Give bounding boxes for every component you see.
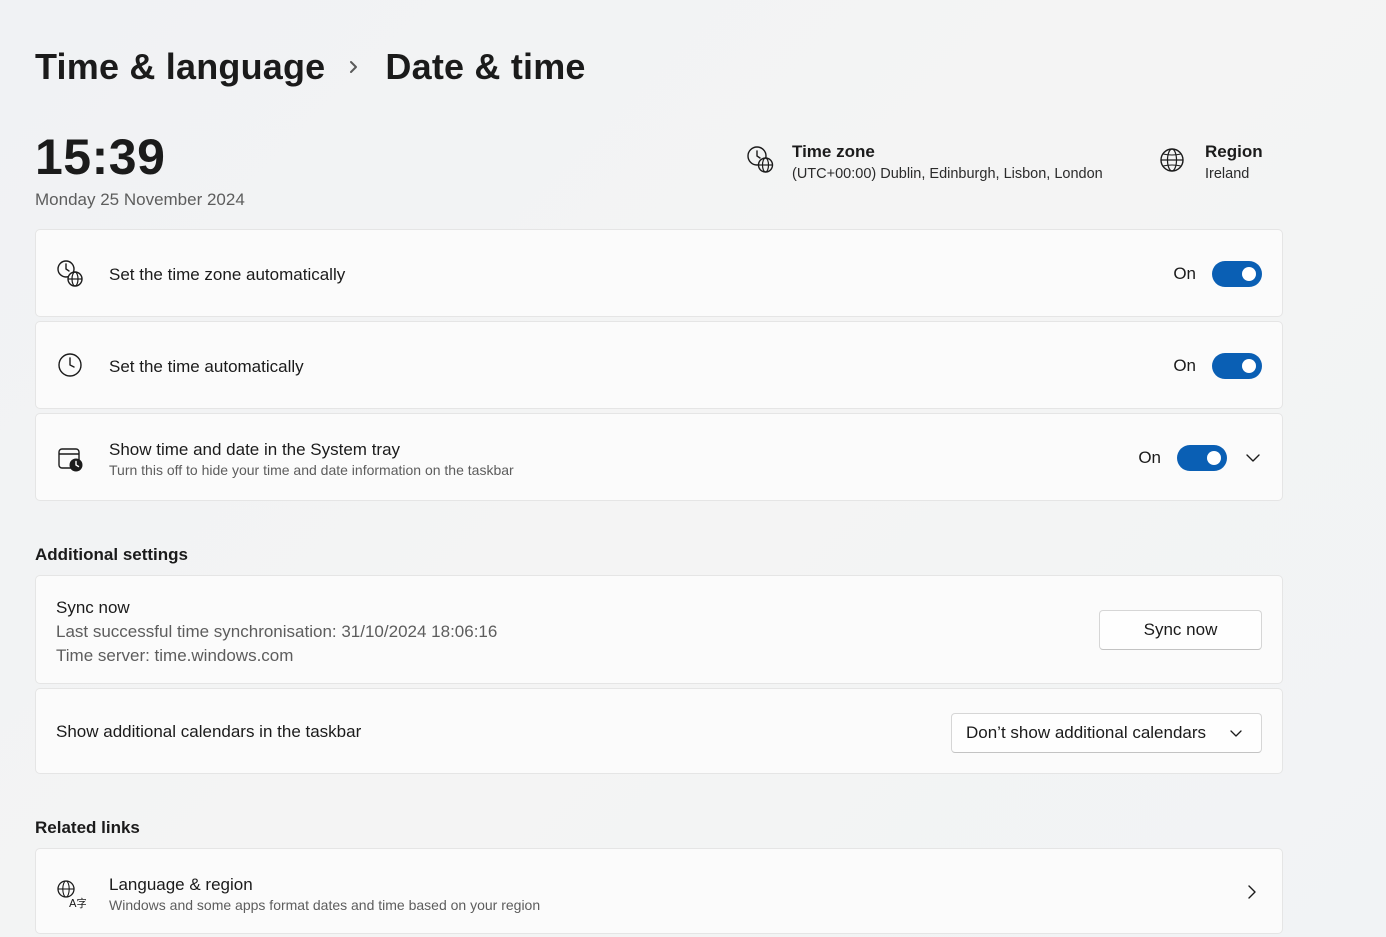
chevron-down-icon[interactable] [1244, 449, 1262, 467]
system-tray-state: On [1138, 448, 1161, 467]
chevron-right-icon [1244, 883, 1260, 901]
time-zone-value: (UTC+00:00) Dublin, Edinburgh, Lisbon, L… [792, 166, 1103, 182]
region-title: Region [1205, 142, 1263, 161]
additional-calendars-dropdown[interactable]: Don’t show additional calendars [951, 713, 1262, 753]
region-info: Region Ireland [1159, 141, 1263, 182]
auto-timezone-label: Set the time zone automatically [109, 265, 346, 284]
breadcrumb-current: Date & time [385, 46, 586, 87]
time-zone-info: Time zone (UTC+00:00) Dublin, Edinburgh,… [746, 141, 1103, 182]
breadcrumb: Time & language Date & time [35, 46, 586, 88]
additional-calendars-label: Show additional calendars in the taskbar [56, 722, 362, 741]
time-zone-title: Time zone [792, 142, 875, 161]
time-server-text: Time server: time.windows.com [56, 646, 294, 665]
language-region-link[interactable]: A字 Language & region Windows and some ap… [35, 848, 1283, 934]
region-value: Ireland [1205, 166, 1250, 182]
system-tray-toggle-group: On [1138, 445, 1227, 471]
current-time: 15:39 [35, 129, 166, 185]
clock-globe-icon [56, 259, 86, 289]
auto-time-label: Set the time automatically [109, 357, 304, 376]
language-icon: A字 [56, 879, 86, 909]
auto-time-setting: Set the time automatically On [35, 321, 1283, 409]
toggle-knob [1242, 359, 1256, 373]
sync-now-button[interactable]: Sync now [1099, 610, 1262, 650]
additional-calendars-setting: Show additional calendars in the taskbar… [35, 688, 1283, 774]
toggle-knob [1207, 451, 1221, 465]
svg-text:A字: A字 [69, 896, 86, 909]
system-tray-setting[interactable]: Show time and date in the System tray Tu… [35, 413, 1283, 501]
auto-time-toggle-group: On [1173, 353, 1262, 379]
auto-time-toggle[interactable] [1212, 353, 1262, 379]
globe-icon [1159, 145, 1189, 175]
settings-page: Time & language Date & time 15:39 Monday… [0, 0, 1386, 937]
auto-timezone-state: On [1173, 264, 1196, 283]
related-links-heading: Related links [35, 818, 140, 837]
additional-settings-heading: Additional settings [35, 545, 188, 564]
auto-timezone-toggle[interactable] [1212, 261, 1262, 287]
system-tray-toggle[interactable] [1177, 445, 1227, 471]
chevron-right-icon [345, 55, 363, 79]
clock-globe-icon [746, 145, 776, 175]
additional-calendars-selected: Don’t show additional calendars [966, 723, 1207, 742]
chevron-down-icon [1229, 726, 1243, 740]
breadcrumb-parent-link[interactable]: Time & language [35, 46, 325, 88]
system-tray-label: Show time and date in the System tray [109, 440, 401, 459]
auto-timezone-toggle-group: On [1173, 261, 1262, 287]
sync-title: Sync now [56, 598, 130, 617]
current-date: Monday 25 November 2024 [35, 190, 245, 209]
calendar-clock-icon [56, 444, 86, 474]
system-tray-description: Turn this off to hide your time and date… [109, 462, 514, 478]
auto-time-state: On [1173, 356, 1196, 375]
language-region-title: Language & region [109, 875, 253, 894]
current-clock: 15:39 Monday 25 November 2024 [35, 128, 245, 210]
clock-icon [56, 351, 86, 381]
toggle-knob [1242, 267, 1256, 281]
auto-timezone-setting: Set the time zone automatically On [35, 229, 1283, 317]
last-sync-text: Last successful time synchronisation: 31… [56, 622, 498, 641]
sync-now-setting: Sync now Last successful time synchronis… [35, 575, 1283, 684]
language-region-description: Windows and some apps format dates and t… [109, 897, 541, 913]
